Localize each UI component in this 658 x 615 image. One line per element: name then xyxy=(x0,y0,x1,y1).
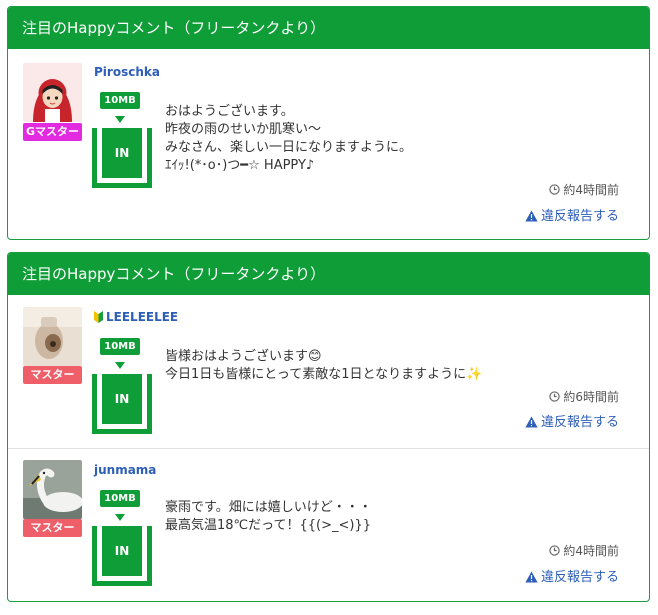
tank-indicator: 10MB IN xyxy=(92,92,156,192)
comment-entry: マスター junmama 10MB IN 豪雨です。畑には嬉しいけど・・・ 最高… xyxy=(8,449,649,599)
username-link[interactable]: Piroschka xyxy=(94,65,160,79)
tank-size-badge: 10MB xyxy=(100,490,140,507)
username-link[interactable]: LEELEELEE xyxy=(94,310,178,324)
report-label: 違反報告する xyxy=(540,209,619,224)
report-link[interactable]: 違反報告する xyxy=(525,566,619,585)
avatar[interactable] xyxy=(23,460,82,519)
comment-message: 皆様おはようございます😊 今日1日も皆様にとって素敵な1日となりますように✨ xyxy=(165,349,483,382)
role-badge: Gマスター xyxy=(23,123,82,141)
down-arrow-icon xyxy=(115,514,125,521)
username-text: LEELEELEE xyxy=(106,310,179,324)
tank-fill: IN xyxy=(102,526,142,576)
tank-size-badge: 10MB xyxy=(100,92,140,109)
tank-indicator: 10MB IN xyxy=(92,490,156,590)
happy-comment-card: 注目のHappyコメント（フリータンクより） マスター LEELEELEE 10… xyxy=(7,252,650,602)
comment-message: おはようございます。 昨夜の雨のせいか肌寒い〜 みなさん、楽しい一日になりますよ… xyxy=(165,104,413,173)
comment-entry: マスター LEELEELEE 10MB IN 皆様おはようございます😊 今日1日… xyxy=(8,295,649,448)
happy-comment-card: 注目のHappyコメント（フリータンクより） Gマスター Piroschka 1… xyxy=(7,6,650,240)
down-arrow-icon xyxy=(115,116,125,123)
report-label: 違反報告する xyxy=(540,570,619,585)
avatar[interactable] xyxy=(23,63,82,122)
comment-time: 約6時間前 xyxy=(549,388,619,405)
clock-icon xyxy=(549,184,561,195)
tank-body: IN xyxy=(92,526,152,586)
comment-message: 豪雨です。畑には嬉しいけど・・・ 最高気温18℃だって！{{(>_<)}} xyxy=(165,500,372,533)
tank-fill: IN xyxy=(102,128,142,178)
report-label: 違反報告する xyxy=(540,415,619,430)
report-link[interactable]: 違反報告する xyxy=(525,411,619,430)
time-text: 約6時間前 xyxy=(563,390,619,404)
avatar[interactable] xyxy=(23,307,82,366)
comment-time: 約4時間前 xyxy=(549,542,619,559)
tank-indicator: 10MB IN xyxy=(92,338,156,438)
tank-fill: IN xyxy=(102,374,142,424)
beginner-mark-icon xyxy=(94,311,103,323)
username-link[interactable]: junmama xyxy=(94,463,156,477)
tank-size-badge: 10MB xyxy=(100,338,140,355)
comment-entry: Gマスター Piroschka 10MB IN おはようございます。 昨夜の雨の… xyxy=(8,49,649,239)
tank-body: IN xyxy=(92,128,152,188)
clock-icon xyxy=(549,391,561,402)
time-text: 約4時間前 xyxy=(563,544,619,558)
warning-icon xyxy=(525,416,538,428)
card-header: 注目のHappyコメント（フリータンクより） xyxy=(8,7,649,49)
role-badge: マスター xyxy=(23,366,82,384)
report-link[interactable]: 違反報告する xyxy=(525,205,619,224)
warning-icon xyxy=(525,210,538,222)
tank-body: IN xyxy=(92,374,152,434)
time-text: 約4時間前 xyxy=(563,183,619,197)
card-header: 注目のHappyコメント（フリータンクより） xyxy=(8,253,649,295)
clock-icon xyxy=(549,545,561,556)
comment-time: 約4時間前 xyxy=(549,181,619,198)
down-arrow-icon xyxy=(115,362,125,369)
role-badge: マスター xyxy=(23,519,82,537)
warning-icon xyxy=(525,571,538,583)
